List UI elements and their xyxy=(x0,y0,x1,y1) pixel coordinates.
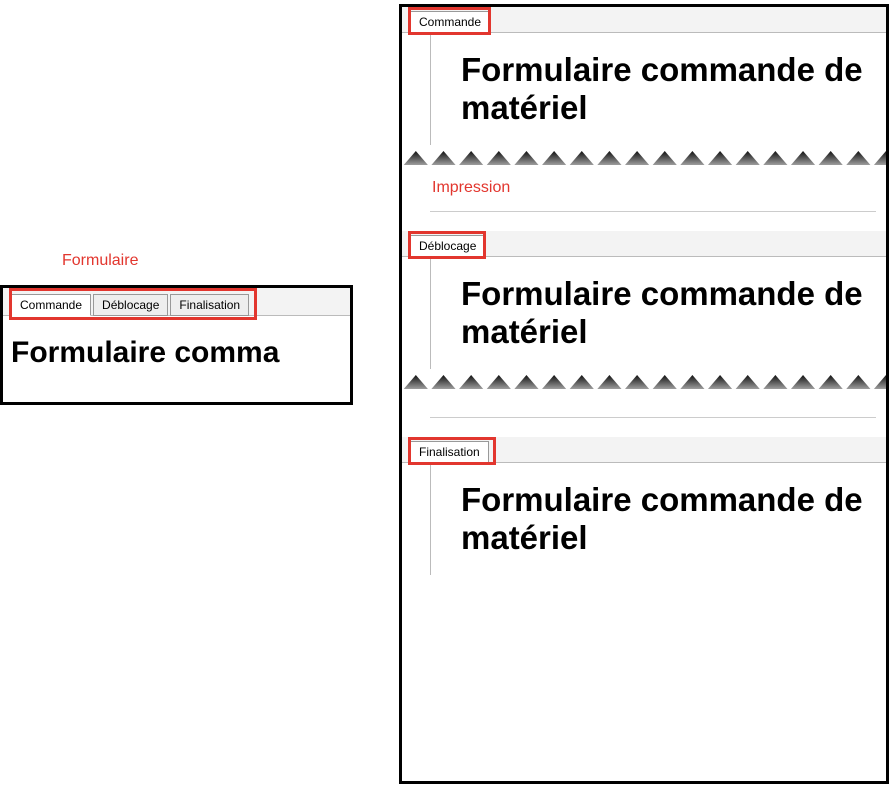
tab-deblocage[interactable]: Déblocage xyxy=(93,294,168,316)
tab-commande[interactable]: Commande xyxy=(11,294,91,316)
form-title: Formulaire comma xyxy=(11,336,342,370)
print-tabbar-finalisation: Finalisation xyxy=(402,437,886,463)
spacer xyxy=(430,211,876,231)
print-body-finalisation: Formulaire commande de matériel xyxy=(430,463,886,575)
print-body-deblocage: Formulaire commande de matériel xyxy=(430,257,886,369)
print-section-finalisation: Finalisation Formulaire commande de maté… xyxy=(402,417,886,575)
print-tab-deblocage: Déblocage xyxy=(410,235,485,257)
spacer xyxy=(430,417,876,437)
print-preview-column: Commande Formulaire commande de matériel… xyxy=(399,4,889,784)
print-title-commande: Formulaire commande de matériel xyxy=(461,51,868,127)
print-section-commande: Commande Formulaire commande de matériel xyxy=(402,7,886,145)
tear-separator-icon xyxy=(402,369,886,389)
print-title-finalisation: Formulaire commande de matériel xyxy=(461,481,868,557)
form-tabbar: Commande Déblocage Finalisation xyxy=(3,288,350,316)
label-impression: Impression xyxy=(402,165,886,211)
print-section-deblocage: Déblocage Formulaire commande de matérie… xyxy=(402,211,886,369)
print-tabbar-deblocage: Déblocage xyxy=(402,231,886,257)
label-formulaire: Formulaire xyxy=(62,252,138,270)
print-title-deblocage: Formulaire commande de matériel xyxy=(461,275,868,351)
print-tab-commande: Commande xyxy=(410,11,490,33)
print-tab-finalisation: Finalisation xyxy=(410,441,489,463)
tab-finalisation[interactable]: Finalisation xyxy=(170,294,249,316)
tear-separator-icon xyxy=(402,145,886,165)
form-body: Formulaire comma xyxy=(3,316,350,378)
form-window: Commande Déblocage Finalisation Formulai… xyxy=(0,285,353,405)
print-tabbar-commande: Commande xyxy=(402,7,886,33)
spacer xyxy=(402,389,886,417)
print-body-commande: Formulaire commande de matériel xyxy=(430,33,886,145)
